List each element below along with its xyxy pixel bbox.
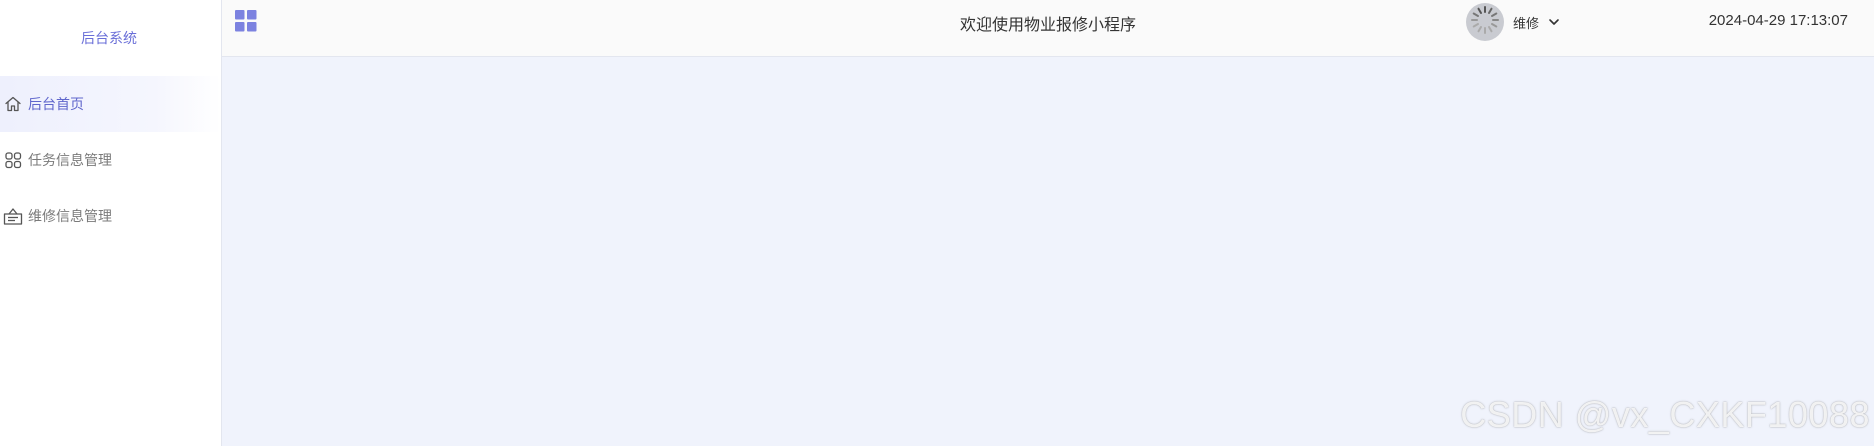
sidebar-item-label: 任务信息管理: [28, 153, 112, 169]
current-datetime: 2024-04-29 17:13:07: [1708, 12, 1848, 29]
user-name: 维修: [1513, 16, 1540, 32]
sidebar-item-repairs[interactable]: 维修信息管理: [0, 188, 221, 244]
chevron-down-icon[interactable]: [1547, 15, 1561, 29]
app-root: 后台系统 后台首页 任务信息管理 维修信息管理 欢迎使用物业报修小程序 维修 2…: [0, 0, 1874, 446]
sidebar: 后台系统 后台首页 任务信息管理 维修信息管理: [0, 0, 222, 446]
avatar: [1466, 3, 1504, 41]
page-title: 欢迎使用物业报修小程序: [959, 15, 1136, 34]
inbox-icon: [2, 205, 24, 227]
main-content: [222, 58, 1874, 446]
sidebar-item-home[interactable]: 后台首页: [0, 76, 221, 132]
sidebar-item-label: 维修信息管理: [28, 209, 112, 225]
sidebar-menu: 后台首页 任务信息管理 维修信息管理: [0, 76, 221, 244]
apps-grid-icon[interactable]: [235, 10, 257, 32]
grid-icon: [2, 149, 24, 171]
home-icon: [2, 93, 24, 115]
loading-spinner-icon: [1468, 3, 1502, 41]
sidebar-item-tasks[interactable]: 任务信息管理: [0, 132, 221, 188]
user-menu[interactable]: 维修: [1466, 2, 1561, 42]
top-header: 欢迎使用物业报修小程序 维修 2024-04-29 17:13:07: [222, 0, 1874, 57]
logo-text: 后台系统: [81, 31, 137, 47]
sidebar-item-label: 后台首页: [28, 97, 84, 113]
